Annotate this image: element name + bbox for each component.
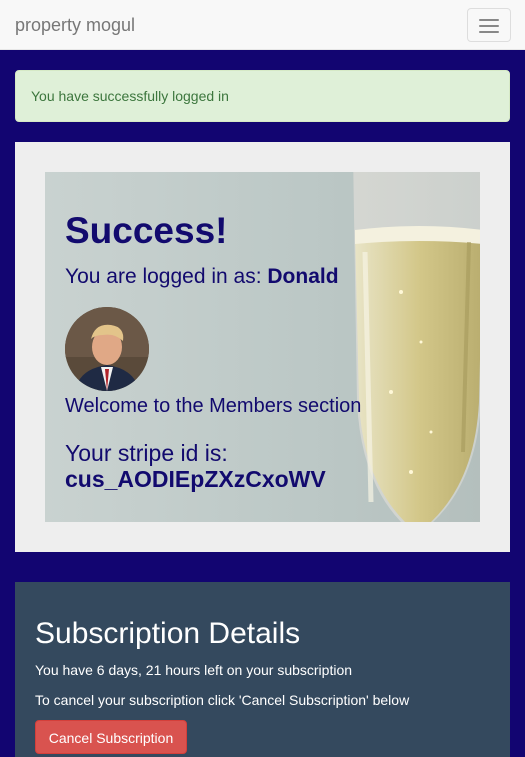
logged-in-prefix: You are logged in as: [65,265,268,288]
hamburger-icon[interactable] [467,8,511,42]
success-alert: You have successfully logged in [15,70,510,122]
subscription-section: Subscription Details You have 6 days, 21… [15,582,510,757]
welcome-panel: Success! You are logged in as: Donald We… [15,142,510,552]
navbar: property mogul [0,0,525,50]
success-heading: Success! [65,210,228,251]
username: Donald [267,265,339,288]
logged-in-line: You are logged in as: Donald [65,264,361,290]
stripe-id-label: Your stripe id is: [65,440,228,466]
brand-link[interactable]: property mogul [15,15,135,35]
time-left-text: You have 6 days, 21 hours left on your s… [35,662,353,678]
hero-banner: Success! You are logged in as: Donald We… [45,172,480,522]
stripe-id-value: cus_AODIEpZXzCxoWV [65,466,326,492]
subscription-title: Subscription Details [35,617,301,650]
cancel-subscription-button[interactable]: Cancel Subscription [35,720,187,754]
avatar [65,307,149,391]
cancel-hint-text: To cancel your subscription click 'Cance… [35,692,410,708]
alert-message: You have successfully logged in [31,88,229,104]
welcome-text: Welcome to the Members section [65,395,362,417]
